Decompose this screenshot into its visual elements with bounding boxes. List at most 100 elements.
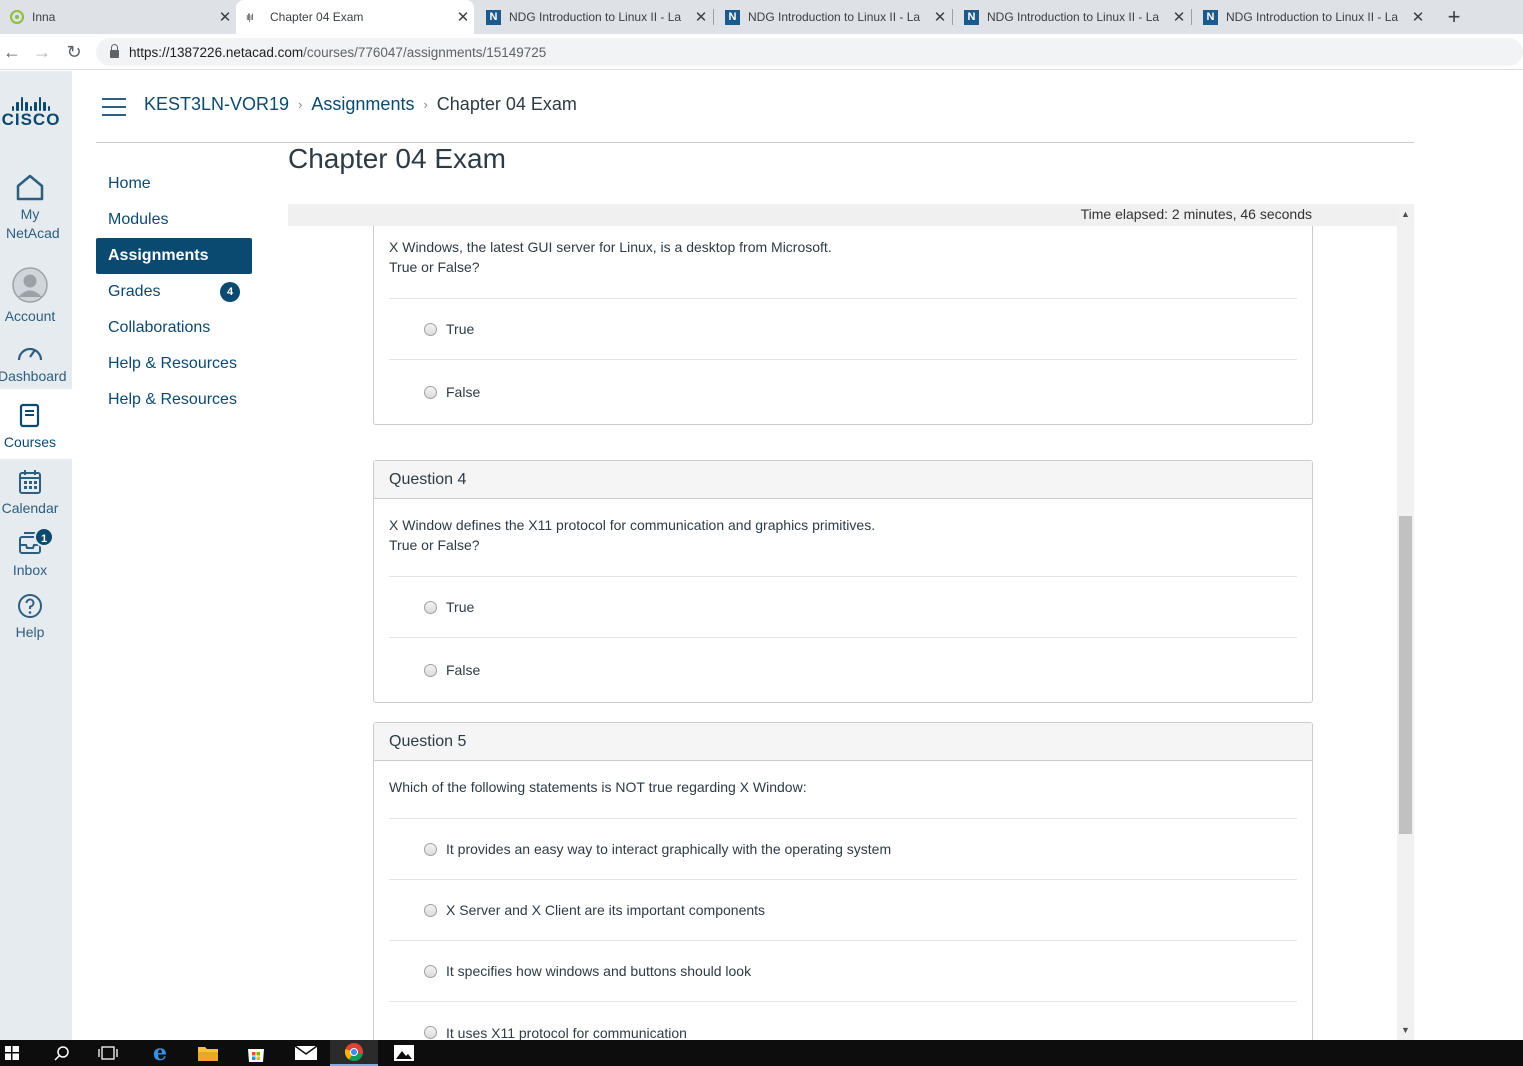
mail-icon[interactable] (282, 1040, 330, 1066)
quiz-scrollbar[interactable]: ▲ ▼ (1397, 204, 1414, 1040)
radio-button[interactable] (424, 600, 437, 614)
url-host: https://1387226.netacad.com (129, 44, 304, 60)
browser-tab-ndg-1[interactable]: N NDG Introduction to Linux II - La ✕ (476, 0, 712, 34)
task-view-icon[interactable] (84, 1040, 132, 1066)
question-header: Question 4 (374, 461, 1312, 499)
forward-arrow-icon[interactable]: → (30, 40, 54, 64)
file-explorer-icon[interactable] (184, 1040, 232, 1066)
global-nav-label: My NetAcad (6, 206, 60, 241)
quiz-scroll-area[interactable]: X Windows, the latest GUI server for Lin… (288, 226, 1397, 1040)
browser-tab-inna[interactable]: Inna ✕ (0, 0, 236, 34)
question-text-line: X Windows, the latest GUI server for Lin… (389, 239, 832, 255)
chrome-icon[interactable] (330, 1040, 378, 1066)
global-nav-my-netacad[interactable]: My NetAcad (0, 173, 60, 253)
browser-tab-ndg-2[interactable]: N NDG Introduction to Linux II - La ✕ (715, 0, 951, 34)
back-arrow-icon[interactable]: ← (0, 40, 24, 64)
answer-option[interactable]: False (389, 638, 1297, 702)
ndg-favicon-icon: N (486, 9, 501, 25)
breadcrumb-course-link[interactable]: KEST3LN-VOR19 (144, 94, 289, 115)
global-nav-label: Calendar (1, 500, 59, 516)
close-icon[interactable]: ✕ (1407, 8, 1429, 26)
close-icon[interactable]: ✕ (929, 8, 951, 26)
radio-button[interactable] (424, 663, 437, 677)
browser-tab-ndg-4[interactable]: N NDG Introduction to Linux II - La ✕ (1193, 0, 1429, 34)
answer-list: True False (389, 577, 1297, 702)
answer-option[interactable]: True (389, 577, 1297, 638)
question-text: Which of the following statements is NOT… (389, 761, 1297, 819)
answer-label: X Server and X Client are its important … (446, 902, 766, 918)
course-nav-label: Grades (108, 283, 161, 300)
breadcrumb-current: Chapter 04 Exam (436, 94, 577, 114)
browser-tab-ndg-3[interactable]: N NDG Introduction to Linux II - La ✕ (954, 0, 1190, 34)
windows-start-icon[interactable] (0, 1040, 24, 1066)
reload-icon[interactable]: ↻ (62, 40, 86, 64)
global-nav-inbox[interactable]: 1 Inbox (0, 527, 60, 580)
scrollbar-thumb[interactable] (1399, 516, 1412, 834)
global-nav-calendar[interactable]: Calendar (0, 469, 60, 518)
close-icon[interactable]: ✕ (1168, 8, 1190, 26)
radio-button[interactable] (424, 903, 437, 917)
close-icon[interactable]: ✕ (452, 8, 474, 26)
course-nav-assignments[interactable]: Assignments (96, 238, 252, 274)
course-nav-modules[interactable]: Modules (96, 202, 252, 238)
store-icon[interactable] (232, 1040, 280, 1066)
global-nav-label: Account (4, 308, 56, 324)
course-nav-grades[interactable]: Grades 4 (96, 274, 252, 310)
course-nav-help-resources-2[interactable]: Help & Resources (96, 382, 252, 418)
edge-browser-icon[interactable]: e (136, 1040, 184, 1066)
hamburger-menu-icon[interactable] (102, 98, 126, 116)
radio-button[interactable] (424, 385, 437, 399)
answer-option[interactable]: It provides an easy way to interact grap… (389, 819, 1297, 880)
photos-icon[interactable] (380, 1040, 428, 1066)
search-icon[interactable] (38, 1040, 86, 1066)
answer-label: It provides an easy way to interact grap… (446, 841, 892, 857)
global-nav-courses[interactable]: Courses (0, 389, 72, 459)
answer-option[interactable]: X Server and X Client are its important … (389, 880, 1297, 941)
chevron-right-icon: › (423, 97, 428, 112)
answer-option[interactable]: True (389, 299, 1297, 360)
dashboard-icon (0, 343, 60, 363)
radio-button[interactable] (424, 964, 437, 978)
scroll-up-arrow-icon[interactable]: ▲ (1397, 206, 1414, 222)
global-nav-label: Dashboard (0, 368, 67, 384)
answer-list: It provides an easy way to interact grap… (389, 819, 1297, 1040)
question-text: X Windows, the latest GUI server for Lin… (389, 226, 1297, 299)
global-nav-label: Inbox (12, 562, 48, 578)
close-icon[interactable]: ✕ (214, 8, 236, 26)
question-card: Question 5 Which of the following statem… (373, 722, 1313, 1040)
breadcrumb-assignments-link[interactable]: Assignments (311, 94, 414, 115)
course-nav-home[interactable]: Home (96, 166, 252, 202)
course-nav-collaborations[interactable]: Collaborations (96, 310, 252, 346)
scroll-down-arrow-icon[interactable]: ▼ (1397, 1022, 1414, 1038)
url-path: /courses/776047/assignments/15149725 (303, 44, 547, 60)
home-icon (0, 173, 60, 201)
answer-option[interactable]: False (389, 360, 1297, 424)
course-navigation: Home Modules Assignments Grades 4 Collab… (96, 166, 252, 418)
global-nav-help[interactable]: Help (0, 593, 60, 642)
course-nav-help-resources[interactable]: Help & Resources (96, 346, 252, 382)
radio-button[interactable] (424, 842, 437, 856)
radio-button[interactable] (424, 1026, 437, 1039)
browser-tab-strip: Inna ✕ ıl|ıl Chapter 04 Exam ✕ N NDG Int… (0, 0, 1523, 34)
courses-icon (0, 403, 72, 429)
inna-favicon-icon (10, 10, 24, 24)
answer-option[interactable]: It uses X11 protocol for communication (389, 1002, 1297, 1040)
breadcrumb: KEST3LN-VOR19 › Assignments › Chapter 04… (144, 94, 577, 115)
inbox-unread-badge: 1 (34, 527, 54, 547)
address-bar[interactable]: https://1387226.netacad.com/courses/7760… (96, 38, 1523, 66)
new-tab-plus-icon[interactable]: + (1442, 4, 1466, 30)
answer-label: True (446, 599, 475, 615)
radio-button[interactable] (424, 322, 437, 336)
answer-option[interactable]: It specifies how windows and buttons sho… (389, 941, 1297, 1002)
cisco-logo-bars-icon (0, 97, 62, 111)
ndg-favicon-icon: N (725, 9, 740, 25)
global-nav-label: Courses (3, 434, 57, 450)
ndg-favicon-icon: N (1203, 9, 1218, 25)
browser-tab-chapter-exam[interactable]: ıl|ıl Chapter 04 Exam ✕ (236, 0, 474, 34)
global-nav-dashboard[interactable]: Dashboard (0, 343, 67, 386)
global-nav-account[interactable]: Account (0, 267, 60, 326)
cisco-logo[interactable]: CISCO (0, 97, 62, 129)
close-icon[interactable]: ✕ (690, 8, 712, 26)
inbox-icon: 1 (0, 527, 60, 557)
tab-separator (1191, 9, 1192, 25)
